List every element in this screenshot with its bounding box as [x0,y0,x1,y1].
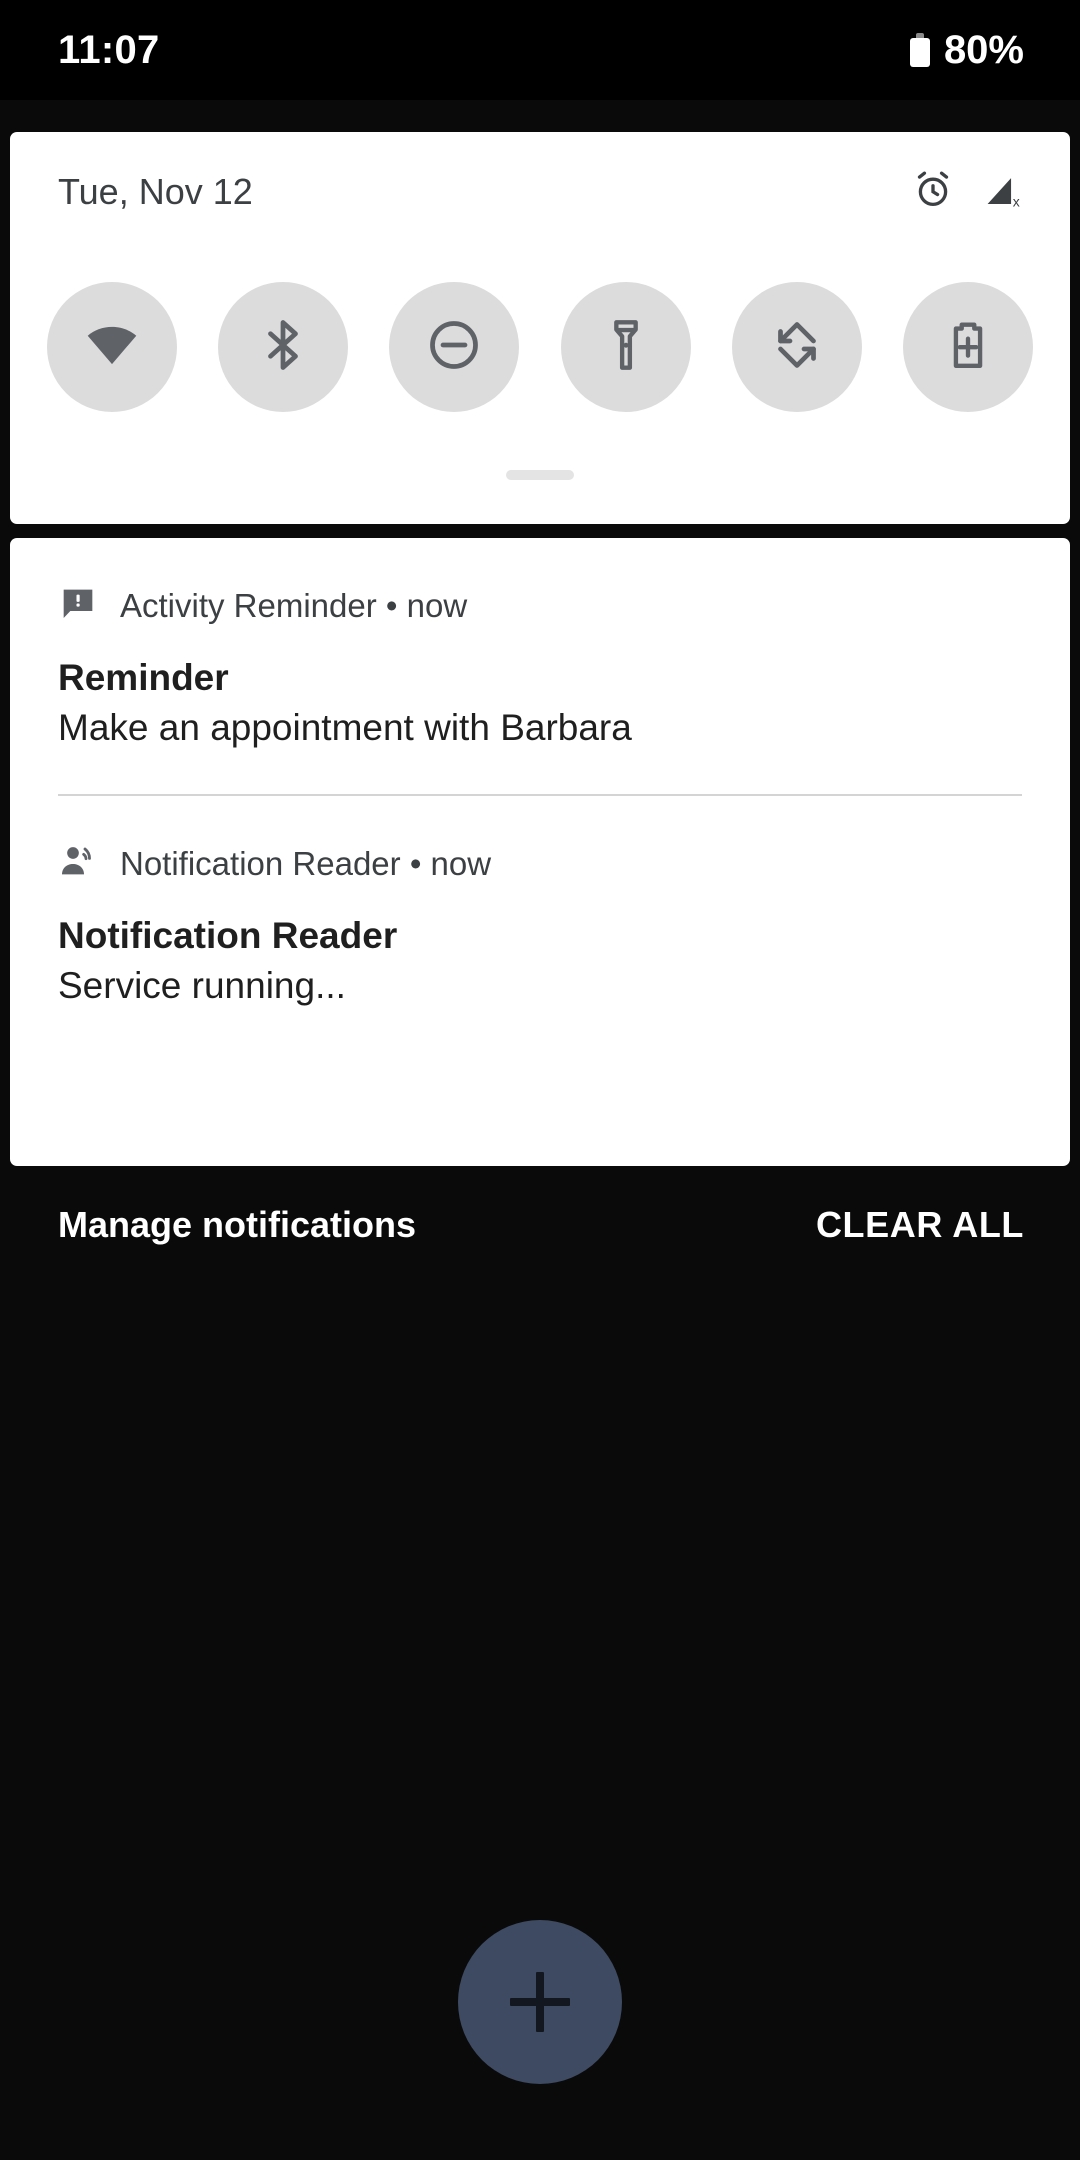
reminder-bubble-icon [58,584,98,629]
notification-app-line: Activity Reminder • now [120,587,468,624]
battery-icon [909,33,930,67]
battery-saver-tile[interactable] [902,282,1033,412]
notification-header: Activity Reminder • now [58,584,1022,628]
svg-text:x: x [1013,193,1020,209]
notification-body: Service running... [58,964,346,1006]
notification-title: Reminder [58,657,229,698]
plus-icon [510,1972,570,2032]
quick-settings-tiles [10,282,1070,412]
status-bar-right-icons: 80% [909,27,1024,73]
notification-title: Notification Reader [58,915,398,957]
wifi-tile[interactable] [47,282,177,412]
do-not-disturb-icon [424,315,484,380]
notification-item-activity-reminder[interactable]: Activity Reminder • now Reminder Make an… [10,538,1070,797]
flashlight-icon [597,316,655,379]
battery-saver-icon [939,316,997,379]
alarm-clock-icon [912,169,954,216]
bluetooth-tile[interactable] [218,282,349,412]
wifi-icon [81,314,143,381]
do-not-disturb-tile[interactable] [389,282,520,412]
voice-over-icon [58,842,98,887]
notification-list: Activity Reminder • now Reminder Make an… [10,538,1070,1166]
notification-app-line: Notification Reader • now [120,845,492,883]
quick-settings-drag-handle[interactable] [506,470,574,480]
battery-percentage-label: 80% [943,27,1024,72]
notification-body: Make an appointment with Barbara [58,706,632,748]
auto-rotate-icon [767,315,827,380]
bluetooth-icon [253,315,313,380]
auto-rotate-tile[interactable] [731,282,862,412]
notification-footer: Manage notifications CLEAR ALL [0,1166,1080,1284]
quick-settings-header: Tue, Nov 12 x [10,132,1070,252]
status-bar-clock: 11:07 [58,27,160,72]
phone-screen: 11:07 80% Tue, Nov 12 x Activity Reminde… [0,0,1080,2160]
signal-off-icon: x [982,169,1024,216]
date-label: Tue, Nov 12 [58,171,253,212]
quick-settings-panel: Tue, Nov 12 x [10,132,1070,524]
status-bar: 11:07 80% [0,0,1080,100]
flashlight-tile[interactable] [560,282,691,412]
notification-item-notification-reader[interactable]: Notification Reader • now Notification R… [10,796,1070,1008]
add-floating-action-button[interactable] [458,1920,622,2084]
clear-all-button[interactable]: CLEAR ALL [816,1204,1024,1246]
notification-header: Notification Reader • now [58,842,1022,886]
quick-settings-status-icons: x [912,169,1024,216]
manage-notifications-button[interactable]: Manage notifications [58,1204,416,1246]
